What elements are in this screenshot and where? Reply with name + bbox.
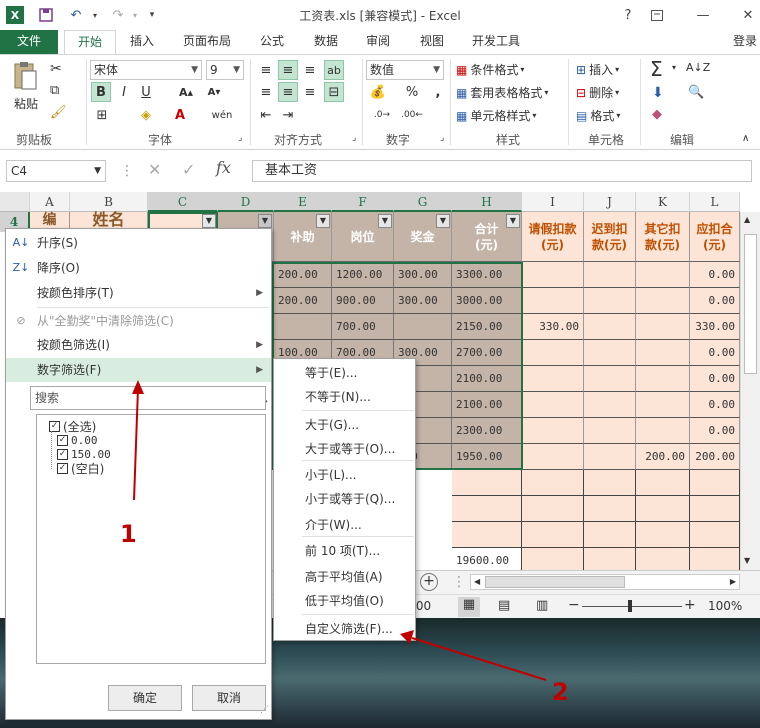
annotation-arrowhead-2 <box>400 630 414 644</box>
annotation-arrows <box>132 380 547 681</box>
annotation-arrow-2 <box>411 637 547 681</box>
annotation-arrowhead-1 <box>132 380 144 394</box>
annotation-arrow-1 <box>133 387 139 501</box>
annotation-label-2: 2 <box>552 678 569 706</box>
annotation-label-1: 1 <box>120 520 137 548</box>
